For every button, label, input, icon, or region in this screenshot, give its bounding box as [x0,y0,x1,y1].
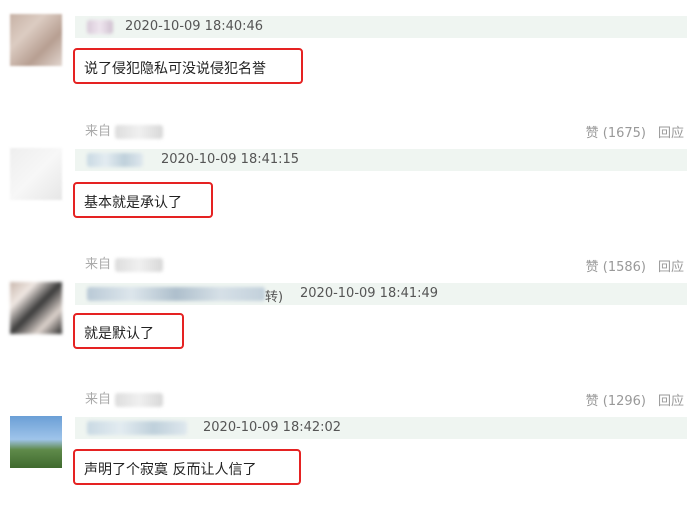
source-label: 来自 [85,257,112,272]
like-button[interactable]: 赞 (1296) [586,394,646,409]
username-blurred[interactable] [87,421,187,435]
comment-meta-bar: 2020-10-09 18:41:15 [75,149,687,171]
comment-actions: 赞 (1586) 回应 [574,256,684,275]
username-blurred[interactable] [87,20,113,34]
avatar[interactable] [10,282,62,334]
username-blurred[interactable] [87,153,143,167]
reply-highlight-box: 说了侵犯隐私可没说侵犯名誉 [73,48,303,84]
comment-actions: 赞 (1675) 回应 [574,122,684,141]
comment-meta-bar: 2020-10-09 18:40:46 [75,16,687,38]
source-label: 来自 [85,124,112,139]
source-device-blurred [115,124,164,139]
reply-text: 就是默认了 [84,326,154,342]
reply-text: 声明了个寂寞 反而让人信了 [84,462,257,478]
timestamp: 2020-10-09 18:41:49 [300,286,439,301]
username-suffix: 转) [265,290,284,305]
reply-button[interactable]: 回应 [658,394,684,409]
source-line: 来自 [85,388,164,407]
source-device-blurred [115,392,164,407]
like-button[interactable]: 赞 (1675) [586,126,646,141]
reply-button[interactable]: 回应 [658,126,684,141]
source-device-blurred [115,257,164,272]
timestamp: 2020-10-09 18:40:46 [125,19,264,34]
source-line: 来自 [85,253,164,272]
avatar[interactable] [10,148,62,200]
avatar[interactable] [10,14,62,66]
username-blurred[interactable] [87,287,265,301]
reply-text: 基本就是承认了 [84,195,182,211]
timestamp: 2020-10-09 18:42:02 [203,420,342,435]
comment-actions: 赞 (1296) 回应 [574,390,684,409]
reply-highlight-box: 就是默认了 [73,313,184,349]
like-button[interactable]: 赞 (1586) [586,260,646,275]
comment-meta-bar: 转) 2020-10-09 18:41:49 [75,283,687,305]
comment-meta-bar: 2020-10-09 18:42:02 [75,417,687,439]
reply-highlight-box: 声明了个寂寞 反而让人信了 [73,449,301,485]
avatar[interactable] [10,416,62,468]
timestamp: 2020-10-09 18:41:15 [161,152,300,167]
source-label: 来自 [85,392,112,407]
source-line: 来自 [85,120,164,139]
reply-text: 说了侵犯隐私可没说侵犯名誉 [84,61,266,77]
reply-highlight-box: 基本就是承认了 [73,182,213,218]
reply-button[interactable]: 回应 [658,260,684,275]
